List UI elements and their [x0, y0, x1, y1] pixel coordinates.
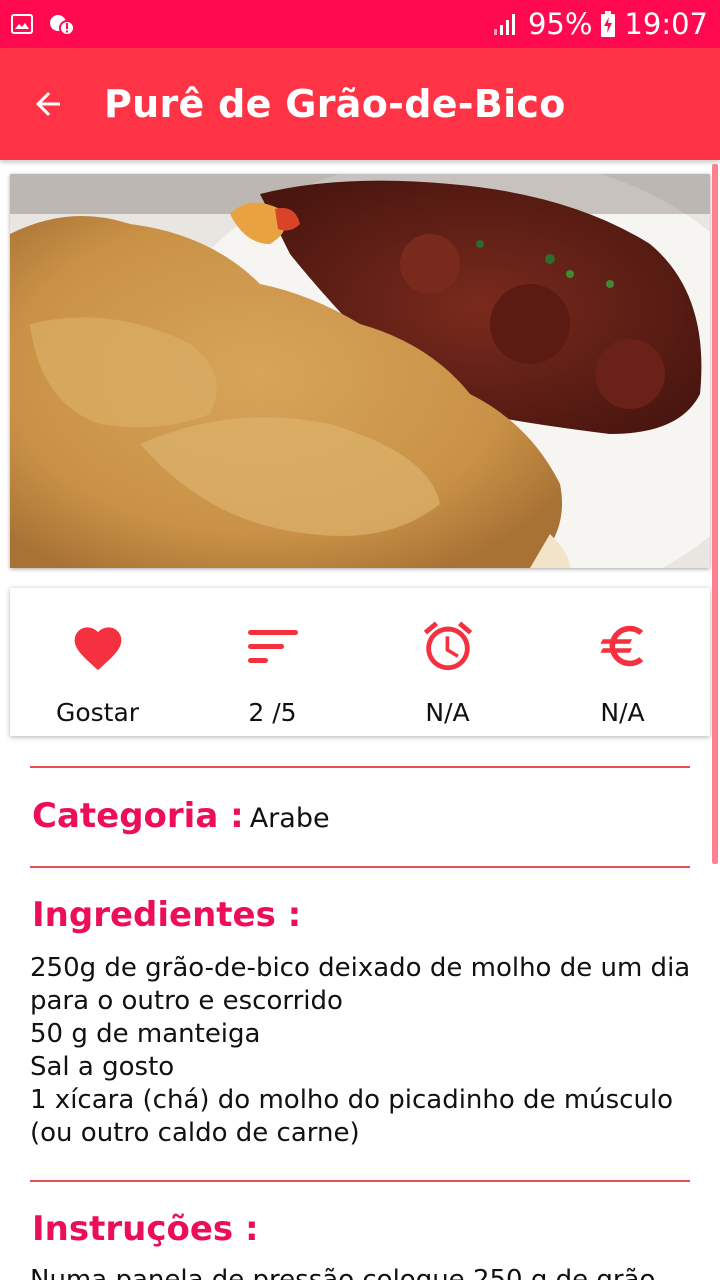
- image-icon: [10, 12, 34, 36]
- time-stat: N/A: [360, 588, 535, 736]
- ingredient-line: 1 xícara (chá) do molho do picadinho de …: [30, 1085, 674, 1115]
- euro-icon: [596, 614, 650, 678]
- ingredients-list: 250g de grão-de-bico deixado de molho de…: [30, 952, 690, 1150]
- category-section: Categoria : Arabe: [32, 796, 330, 836]
- category-value: Arabe: [249, 803, 330, 834]
- difficulty-icon: [246, 614, 300, 678]
- recipe-stats-card: Gostar 2 /5 N/A N/A: [10, 588, 710, 736]
- scrollbar[interactable]: [712, 164, 718, 864]
- ingredient-line: 50 g de manteiga: [30, 1019, 261, 1049]
- status-left: [0, 11, 76, 37]
- instructions-heading: Instruções :: [32, 1209, 259, 1249]
- divider: [30, 1180, 690, 1182]
- divider: [30, 766, 690, 768]
- battery-percent: 95%: [527, 7, 593, 41]
- ingredient-line: 250g de grão-de-bico deixado de molho de…: [30, 953, 691, 983]
- heart-icon: [70, 614, 126, 678]
- status-right: 95% 19:07: [492, 7, 720, 41]
- difficulty-stat: 2 /5: [185, 588, 360, 736]
- time-label: N/A: [425, 698, 470, 727]
- battery-charging-icon: [600, 11, 616, 37]
- ingredient-line: para o outro e escorrido: [30, 986, 343, 1016]
- like-label: Gostar: [55, 698, 140, 727]
- difficulty-label: 2 /5: [248, 698, 297, 727]
- cost-label: N/A: [600, 698, 645, 727]
- instructions-text: Numa panela de pressão coloque 250 g de …: [30, 1265, 656, 1280]
- notification-icon: [48, 11, 76, 37]
- cost-stat: N/A: [535, 588, 710, 736]
- category-heading: Categoria :: [32, 796, 244, 836]
- signal-icon: [492, 11, 520, 37]
- divider: [30, 866, 690, 868]
- recipe-photo: [10, 174, 710, 568]
- ingredient-line: Sal a gosto: [30, 1052, 175, 1082]
- page-title: Purê de Grão-de-Bico: [104, 82, 566, 126]
- app-bar: Purê de Grão-de-Bico: [0, 48, 720, 160]
- ingredients-heading: Ingredientes :: [32, 895, 302, 935]
- arrow-left-icon: [36, 92, 60, 116]
- like-button[interactable]: Gostar: [10, 588, 185, 736]
- clock-time: 19:07: [624, 7, 708, 41]
- ingredient-line: (ou outro caldo de carne): [30, 1118, 360, 1148]
- alarm-clock-icon: [419, 614, 477, 678]
- back-button[interactable]: [0, 48, 96, 160]
- status-bar: 95% 19:07: [0, 0, 720, 48]
